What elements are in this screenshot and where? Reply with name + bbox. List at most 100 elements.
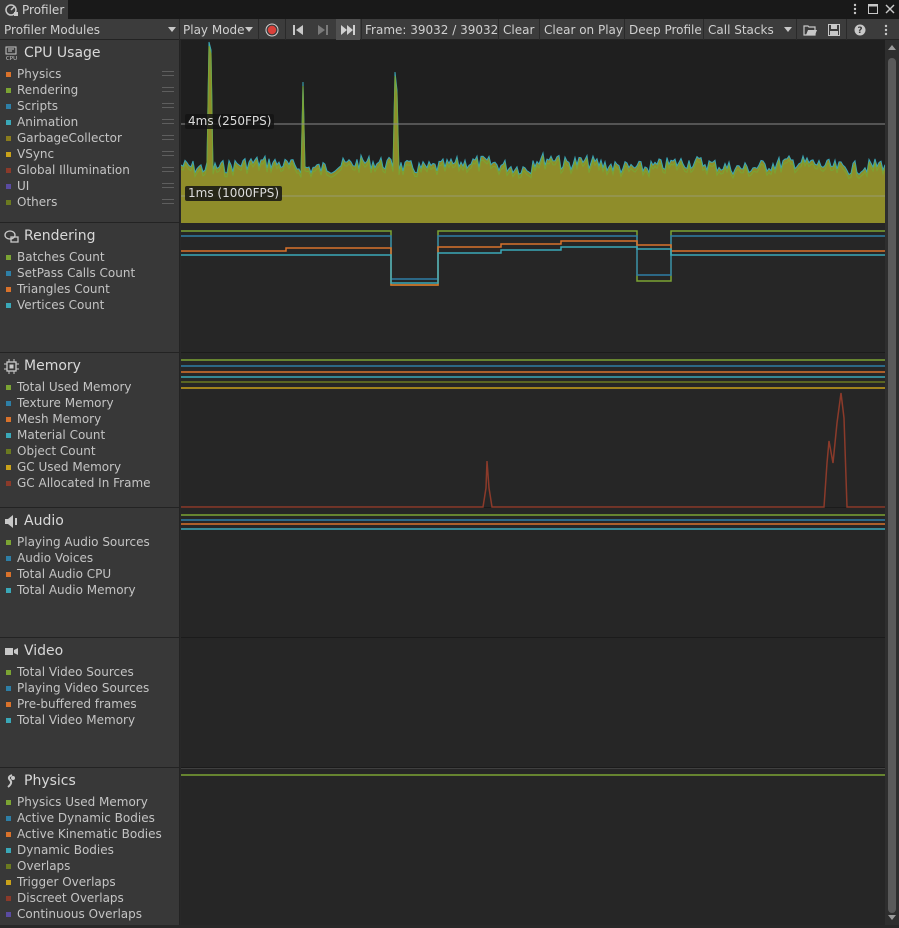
scroll-down-arrow-icon[interactable] bbox=[888, 915, 896, 920]
legend-item[interactable]: GC Used Memory bbox=[6, 459, 180, 475]
record-button[interactable] bbox=[260, 19, 284, 40]
legend-item[interactable]: Dynamic Bodies bbox=[6, 842, 180, 858]
play-mode-dropdown[interactable]: Play Mode bbox=[183, 19, 255, 40]
legend-item[interactable]: Overlaps bbox=[6, 858, 180, 874]
help-button[interactable]: ? bbox=[850, 19, 870, 40]
legend-item[interactable]: Material Count bbox=[6, 427, 180, 443]
video-graph[interactable] bbox=[181, 638, 885, 768]
series-label: Active Dynamic Bodies bbox=[17, 811, 155, 825]
legend-item[interactable]: Rendering bbox=[6, 82, 180, 98]
legend-item[interactable]: GarbageCollector bbox=[6, 130, 180, 146]
series-color-swatch bbox=[6, 895, 11, 901]
drag-handle-icon[interactable] bbox=[162, 119, 174, 124]
legend-item[interactable]: Total Used Memory bbox=[6, 379, 180, 395]
series-label: Scripts bbox=[17, 99, 59, 113]
legend-item[interactable]: Trigger Overlaps bbox=[6, 874, 180, 890]
legend-item[interactable]: Total Video Memory bbox=[6, 712, 180, 728]
legend-item[interactable]: Object Count bbox=[6, 443, 180, 459]
legend-item[interactable]: Playing Video Sources bbox=[6, 680, 180, 696]
legend-item[interactable]: Active Kinematic Bodies bbox=[6, 826, 180, 842]
first-frame-button[interactable] bbox=[286, 19, 310, 40]
drag-handle-icon[interactable] bbox=[162, 135, 174, 140]
module-audio[interactable]: Audio Playing Audio Sources Audio Voices T… bbox=[0, 508, 180, 638]
legend-item[interactable]: SetPass Calls Count bbox=[6, 265, 180, 281]
module-physics[interactable]: Physics Physics Used Memory Active Dynami… bbox=[0, 768, 180, 925]
legend-item[interactable]: Continuous Overlaps bbox=[6, 906, 180, 922]
module-rendering[interactable]: Rendering Batches Count SetPass Calls Cou… bbox=[0, 223, 180, 353]
close-icon[interactable] bbox=[883, 1, 897, 17]
module-cpu-usage[interactable]: CPU CPU Usage Physics Rendering Scripts Ani… bbox=[0, 40, 180, 223]
cpu-usage-graph[interactable] bbox=[180, 40, 886, 223]
rendering-graph[interactable] bbox=[181, 223, 885, 353]
legend-item[interactable]: Others bbox=[6, 194, 180, 210]
legend-item[interactable]: Pre-buffered frames bbox=[6, 696, 180, 712]
legend-item[interactable]: UI bbox=[6, 178, 180, 194]
legend-item[interactable]: VSync bbox=[6, 146, 180, 162]
profiler-charts-area[interactable]: 4ms (250FPS) 1ms (1000FPS) bbox=[180, 40, 886, 925]
series-color-swatch bbox=[6, 254, 11, 260]
scrollbar-thumb[interactable] bbox=[888, 58, 896, 913]
deep-profile-button[interactable]: Deep Profile bbox=[629, 19, 702, 40]
legend-item[interactable]: Physics bbox=[6, 66, 180, 82]
drag-handle-icon[interactable] bbox=[162, 103, 174, 108]
drag-handle-icon[interactable] bbox=[162, 151, 174, 156]
memory-chart[interactable] bbox=[181, 353, 885, 508]
drag-handle-icon[interactable] bbox=[162, 183, 174, 188]
legend-item[interactable]: Mesh Memory bbox=[6, 411, 180, 427]
cpu-usage-chart[interactable]: 4ms (250FPS) 1ms (1000FPS) bbox=[180, 40, 886, 223]
current-frame-button[interactable] bbox=[336, 19, 360, 40]
legend-item[interactable]: Total Audio CPU bbox=[6, 566, 180, 582]
legend-item[interactable]: Total Video Sources bbox=[6, 664, 180, 680]
record-icon bbox=[265, 23, 279, 36]
rendering-chart[interactable] bbox=[181, 223, 885, 353]
physics-graph[interactable] bbox=[181, 767, 885, 925]
call-stacks-button[interactable]: Call Stacks bbox=[708, 19, 794, 40]
scroll-up-arrow-icon[interactable] bbox=[888, 45, 896, 50]
legend-item[interactable]: Animation bbox=[6, 114, 180, 130]
next-frame-button[interactable] bbox=[311, 19, 335, 40]
threshold-label-4ms: 4ms (250FPS) bbox=[185, 114, 275, 129]
legend-item[interactable]: Vertices Count bbox=[6, 297, 180, 313]
module-memory[interactable]: Memory Total Used Memory Texture Memory Me… bbox=[0, 353, 180, 508]
maximize-icon[interactable] bbox=[866, 1, 880, 17]
clear-on-play-button[interactable]: Clear on Play bbox=[544, 19, 623, 40]
profiler-modules-dropdown[interactable]: Profiler Modules bbox=[4, 19, 176, 40]
series-label: Dynamic Bodies bbox=[17, 843, 114, 857]
legend-item[interactable]: GC Allocated In Frame bbox=[6, 475, 180, 491]
drag-handle-icon[interactable] bbox=[162, 71, 174, 76]
legend-item[interactable]: Physics Used Memory bbox=[6, 794, 180, 810]
module-video[interactable]: Video Total Video Sources Playing Video S… bbox=[0, 638, 180, 768]
load-button[interactable] bbox=[800, 19, 820, 40]
legend-item[interactable]: Audio Voices bbox=[6, 550, 180, 566]
drag-handle-icon[interactable] bbox=[162, 87, 174, 92]
video-chart[interactable] bbox=[181, 638, 885, 768]
series-color-swatch bbox=[6, 831, 11, 837]
legend-item[interactable]: Discreet Overlaps bbox=[6, 890, 180, 906]
legend-item[interactable]: Scripts bbox=[6, 98, 180, 114]
legend-item[interactable]: Playing Audio Sources bbox=[6, 534, 180, 550]
clear-button[interactable]: Clear bbox=[503, 19, 534, 40]
call-stacks-label: Call Stacks bbox=[708, 22, 774, 37]
physics-chart[interactable] bbox=[181, 767, 885, 925]
drag-handle-icon[interactable] bbox=[162, 199, 174, 204]
audio-graph[interactable] bbox=[181, 508, 885, 638]
kebab-menu-icon[interactable] bbox=[848, 1, 862, 17]
audio-chart[interactable] bbox=[181, 508, 885, 638]
legend-item[interactable]: Texture Memory bbox=[6, 395, 180, 411]
toolbar-menu-icon[interactable] bbox=[878, 19, 894, 40]
legend-item[interactable]: Triangles Count bbox=[6, 281, 180, 297]
series-label: Playing Video Sources bbox=[17, 681, 150, 695]
tab-profiler[interactable]: Profiler bbox=[0, 0, 68, 19]
profiler-modules-label: Profiler Modules bbox=[4, 22, 100, 37]
save-button[interactable] bbox=[824, 19, 844, 40]
memory-graph[interactable] bbox=[181, 353, 885, 508]
legend-item[interactable]: Active Dynamic Bodies bbox=[6, 810, 180, 826]
series-color-swatch bbox=[6, 71, 11, 77]
legend-item[interactable]: Batches Count bbox=[6, 249, 180, 265]
vertical-scrollbar[interactable] bbox=[885, 40, 899, 925]
series-color-swatch bbox=[6, 539, 11, 545]
legend-item[interactable]: Total Audio Memory bbox=[6, 582, 180, 598]
legend-item[interactable]: Global Illumination bbox=[6, 162, 180, 178]
drag-handle-icon[interactable] bbox=[162, 167, 174, 172]
dropdown-arrow-icon[interactable] bbox=[784, 27, 792, 32]
